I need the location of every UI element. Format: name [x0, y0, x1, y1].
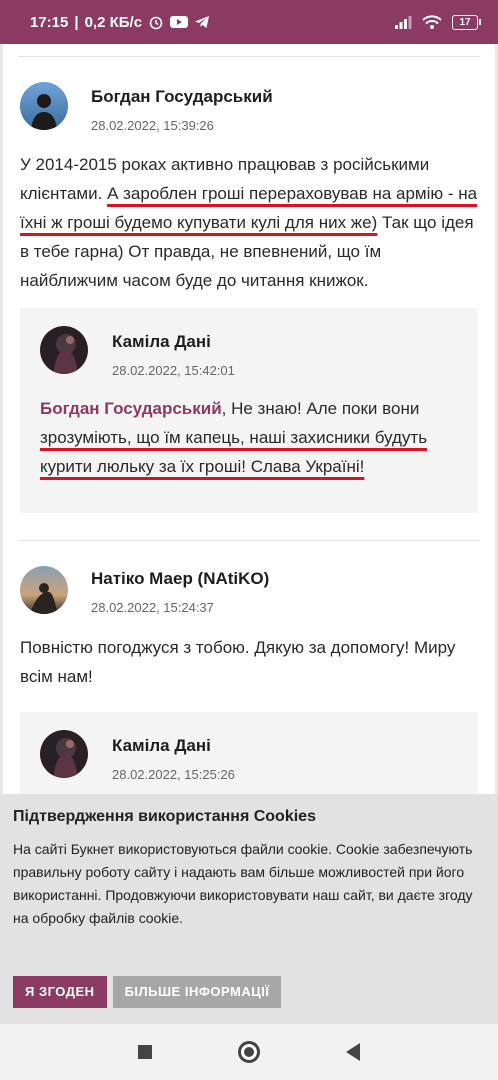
- more-info-button[interactable]: БІЛЬШЕ ІНФОРМАЦІЇ: [112, 976, 282, 1008]
- reply-box: Каміла Дані 28.02.2022, 15:25:26: [20, 712, 478, 794]
- home-icon[interactable]: [238, 1041, 260, 1063]
- network-speed: 0,2 КБ/с: [84, 13, 143, 31]
- comment-date: 28.02.2022, 15:24:37: [91, 600, 214, 615]
- recent-apps-icon[interactable]: [138, 1045, 152, 1059]
- signal-icon: [394, 15, 412, 29]
- avatar[interactable]: [40, 326, 88, 374]
- comment-text: У 2014-2015 роках активно працював з рос…: [20, 155, 478, 290]
- reply-author[interactable]: Каміла Дані: [112, 736, 211, 756]
- avatar[interactable]: [20, 566, 68, 614]
- comment-text: Повністю погоджуся з тобою. Дякую за доп…: [20, 638, 456, 686]
- divider: [18, 56, 480, 57]
- back-icon[interactable]: [346, 1043, 360, 1061]
- avatar[interactable]: [20, 82, 68, 130]
- status-time: 17:15: [30, 13, 69, 31]
- reply-text: Богдан Государський, Не знаю! Але поки в…: [40, 399, 428, 476]
- comment-author[interactable]: Натіко Маер (NAtiKO): [91, 569, 269, 589]
- divider: [18, 540, 480, 541]
- comment-author[interactable]: Богдан Государський: [91, 87, 273, 107]
- mention-link[interactable]: Богдан Государський: [40, 399, 222, 418]
- reply-date: 28.02.2022, 15:25:26: [112, 767, 235, 782]
- reply-author[interactable]: Каміла Дані: [112, 332, 211, 352]
- cookie-banner: Підтвердження використання Cookies На са…: [0, 794, 498, 1024]
- wifi-icon: [422, 15, 442, 29]
- youtube-icon: [170, 15, 189, 29]
- cookie-title: Підтвердження використання Cookies: [13, 808, 316, 825]
- comments-page[interactable]: Богдан Государський 28.02.2022, 15:39:26…: [0, 44, 498, 794]
- system-nav-bar: [0, 1024, 498, 1080]
- avatar[interactable]: [40, 730, 88, 778]
- telegram-icon: [194, 15, 210, 29]
- agree-button[interactable]: Я ЗГОДЕН: [13, 976, 107, 1008]
- cookie-text: На сайті Букнет використовуються файли c…: [13, 841, 473, 926]
- alarm-icon: [148, 14, 164, 30]
- comment-date: 28.02.2022, 15:39:26: [91, 118, 214, 133]
- battery-icon: 17: [452, 14, 481, 30]
- reply-box: Каміла Дані 28.02.2022, 15:42:01 Богдан …: [20, 308, 478, 513]
- status-bar: 17:15 | 0,2 КБ/с 17: [0, 0, 498, 44]
- reply-date: 28.02.2022, 15:42:01: [112, 363, 235, 378]
